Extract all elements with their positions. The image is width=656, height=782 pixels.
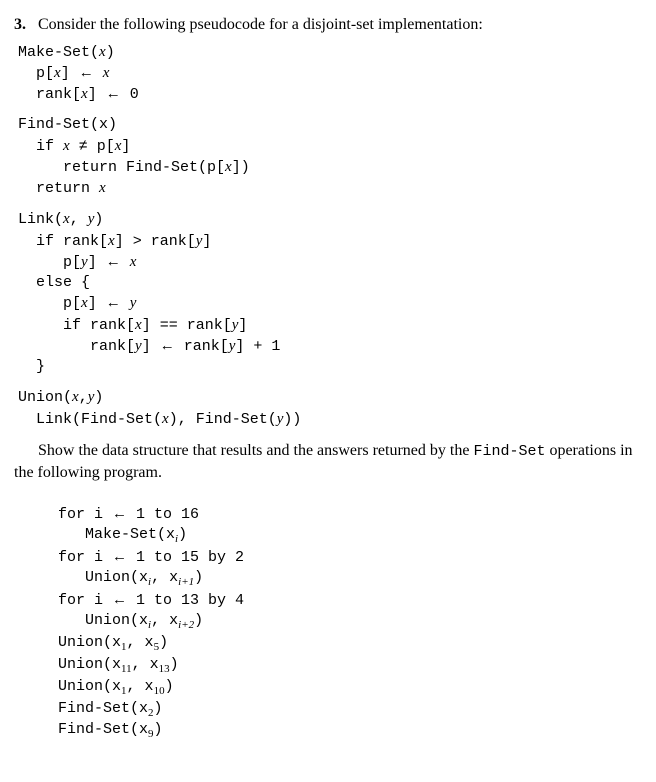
proc-union: Union(x,y) Link(Find-Set(x), Find-Set(y)… <box>18 387 634 430</box>
task-pre: Show the data structure that results and… <box>38 442 473 459</box>
task-fn: Find-Set <box>473 443 545 460</box>
proc-makeset: Make-Set(x) p[x] ← x rank[x] ← 0 <box>18 42 634 106</box>
proc-findset: Find-Set(x) if x ≠ p[x] return Find-Set(… <box>18 115 634 199</box>
proc-link: Link(x, y) if rank[x] > rank[y] p[y] ← x… <box>18 209 634 377</box>
question-intro: Consider the following pseudocode for a … <box>38 14 483 36</box>
task-paragraph: Show the data structure that results and… <box>14 440 634 484</box>
program-block: for i ← 1 to 16 Make-Set(xi) for i ← 1 t… <box>58 504 634 743</box>
question-header: 3. Consider the following pseudocode for… <box>14 14 634 36</box>
question-number: 3. <box>14 14 38 36</box>
